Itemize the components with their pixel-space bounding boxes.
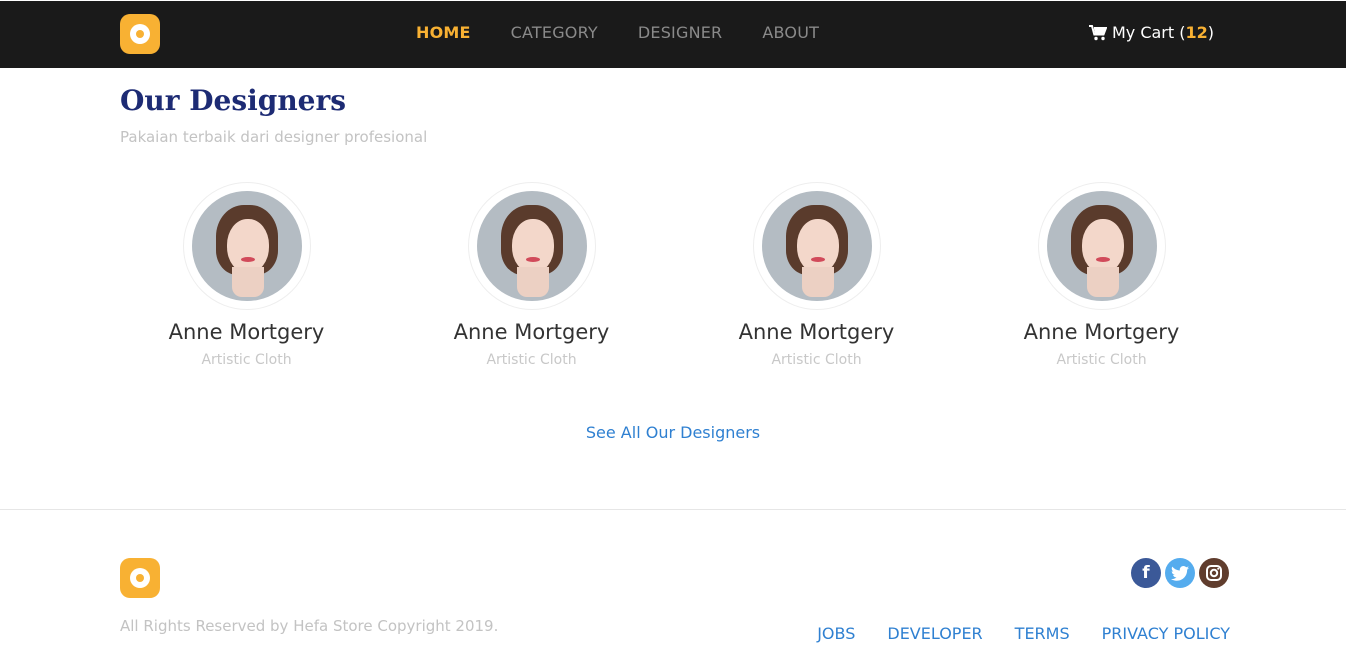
designer-role: Artistic Cloth [486, 352, 577, 368]
cart-count-badge: 12 [1185, 23, 1208, 42]
cart-icon [1088, 24, 1107, 40]
designer-card[interactable]: Anne Mortgery Artistic Cloth [104, 182, 389, 368]
cart-count-close: ) [1207, 23, 1214, 42]
footer-privacy-policy-link[interactable]: PRIVACY POLICY [1102, 624, 1230, 643]
nav-designer-link[interactable]: DESIGNER [638, 23, 723, 42]
designer-card[interactable]: Anne Mortgery Artistic Cloth [389, 182, 674, 368]
designer-role: Artistic Cloth [771, 352, 862, 368]
designer-name: Anne Mortgery [168, 320, 325, 344]
footer-nav: JOBS DEVELOPER TERMS PRIVACY POLICY [785, 624, 1230, 643]
cart-count-open: ( [1174, 23, 1186, 42]
footer-jobs-link[interactable]: JOBS [817, 624, 855, 643]
designer-role: Artistic Cloth [201, 352, 292, 368]
cart-label: My Cart [1111, 23, 1175, 42]
instagram-icon[interactable] [1199, 558, 1229, 588]
page-title: Our Designers [120, 84, 347, 117]
nav-category-link[interactable]: CATEGORY [511, 23, 598, 42]
copyright-text: All Rights Reserved by Hefa Store Copyri… [120, 617, 499, 635]
facebook-icon[interactable]: f [1131, 558, 1161, 588]
page-subtitle: Pakaian terbaik dari designer profesiona… [120, 128, 428, 146]
avatar-ring [467, 182, 596, 310]
social-links: f [1131, 558, 1233, 588]
designer-name: Anne Mortgery [453, 320, 610, 344]
designer-avatar [1046, 191, 1157, 301]
designer-role: Artistic Cloth [1056, 352, 1147, 368]
designer-name: Anne Mortgery [1023, 320, 1180, 344]
footer-terms-link[interactable]: TERMS [1015, 624, 1070, 643]
designer-avatar [761, 191, 872, 301]
nav-about-link[interactable]: ABOUT [762, 23, 819, 42]
twitter-icon[interactable] [1165, 558, 1195, 588]
designer-avatar [191, 191, 302, 301]
designer-name: Anne Mortgery [738, 320, 895, 344]
main-nav: HOME CATEGORY DESIGNER ABOUT [396, 23, 839, 42]
logo-icon[interactable] [120, 14, 160, 54]
footer-developer-link[interactable]: DEVELOPER [887, 624, 982, 643]
avatar-ring [1037, 182, 1166, 310]
avatar-ring [182, 182, 311, 310]
nav-home-link[interactable]: HOME [416, 23, 471, 42]
cart-button[interactable]: My Cart (12) [1088, 23, 1214, 42]
footer-logo-icon[interactable] [120, 558, 160, 598]
avatar-ring [752, 182, 881, 310]
designer-list: Anne Mortgery Artistic Cloth Anne Mortge… [104, 182, 1244, 368]
designer-card[interactable]: Anne Mortgery Artistic Cloth [959, 182, 1244, 368]
designer-card[interactable]: Anne Mortgery Artistic Cloth [674, 182, 959, 368]
top-navbar: HOME CATEGORY DESIGNER ABOUT My Cart (12… [0, 1, 1346, 68]
see-all-designers-link[interactable]: See All Our Designers [0, 423, 1346, 442]
footer-divider [0, 509, 1346, 510]
designer-avatar [476, 191, 587, 301]
